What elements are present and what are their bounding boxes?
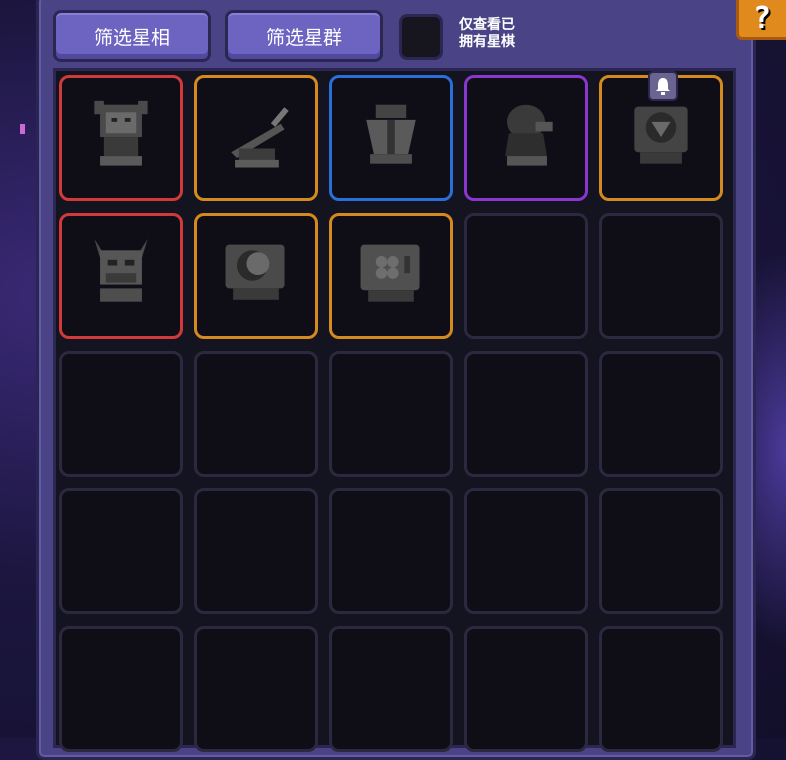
piece-slot[interactable]	[329, 213, 453, 339]
empty-slot[interactable]	[464, 351, 588, 477]
help-icon: ?	[752, 0, 772, 36]
owned-only-checkbox[interactable]	[399, 14, 443, 60]
empty-slot[interactable]	[464, 488, 588, 614]
empty-slot[interactable]	[59, 351, 183, 477]
demon-bust-icon	[94, 100, 148, 166]
empty-slot[interactable]	[59, 488, 183, 614]
piece-slot[interactable]	[464, 75, 588, 201]
blade-pedestal-icon	[231, 107, 289, 168]
piece-slot[interactable]	[329, 75, 453, 201]
empty-slot[interactable]	[194, 626, 318, 752]
hooded-figure-icon	[505, 104, 553, 166]
empty-slot[interactable]	[599, 626, 723, 752]
filter-aspect-button[interactable]: 筛选星相	[53, 10, 211, 62]
empty-slot[interactable]	[464, 213, 588, 339]
piece-slot[interactable]	[194, 75, 318, 201]
empty-slot[interactable]	[599, 213, 723, 339]
piece-slot[interactable]	[59, 75, 183, 201]
empty-slot[interactable]	[329, 626, 453, 752]
clover-safe-icon	[360, 244, 420, 302]
empty-slot[interactable]	[59, 626, 183, 752]
help-button[interactable]: ?	[736, 0, 786, 40]
piece-slot[interactable]	[194, 213, 318, 339]
empty-slot[interactable]	[194, 351, 318, 477]
empty-slot[interactable]	[194, 488, 318, 614]
bell-icon	[648, 71, 678, 101]
empty-slot[interactable]	[464, 626, 588, 752]
owned-only-label: 仅查看已 拥有星棋	[459, 17, 515, 50]
filter-constellation-button[interactable]: 筛选星群	[225, 10, 383, 62]
horned-demon-icon	[94, 238, 148, 302]
empty-slot[interactable]	[599, 488, 723, 614]
piece-slot[interactable]	[59, 213, 183, 339]
armor-statue-icon	[366, 104, 416, 164]
moon-pedestal-icon	[225, 244, 285, 300]
background-sparkle	[20, 124, 25, 134]
empty-slot[interactable]	[599, 351, 723, 477]
empty-slot[interactable]	[329, 351, 453, 477]
empty-slot[interactable]	[329, 488, 453, 614]
